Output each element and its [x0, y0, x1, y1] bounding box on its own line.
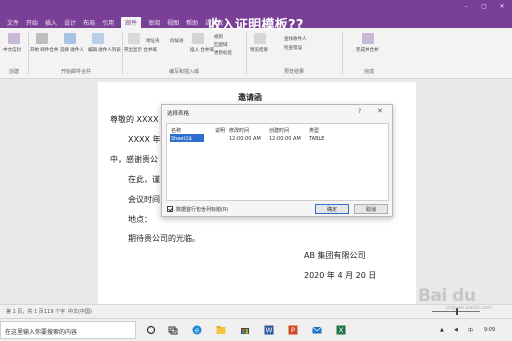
ribbon: 中文信封 创建 开始 邮件合并 选择 收件人 编辑 收件人列表 开始邮件合并 突… — [0, 28, 512, 79]
ok-button[interactable]: 确定 — [315, 204, 349, 214]
minimize-icon[interactable]: – — [462, 4, 470, 10]
tray-network-icon[interactable]: ▲ — [440, 327, 444, 333]
finish-merge-label: 完成并合并 — [356, 48, 379, 53]
page-count[interactable]: 第 1 页，共 1 页 — [6, 308, 44, 315]
ribbon-separator — [122, 32, 123, 74]
greeting-line-button[interactable]: 问候语 — [170, 38, 184, 44]
first-row-headers-checkbox[interactable] — [167, 206, 173, 212]
dialog-title: 选择表格 — [167, 111, 190, 117]
column-header-type[interactable]: 类型 — [309, 127, 319, 134]
ribbon-group-start-merge: 开始 邮件合并 选择 收件人 编辑 收件人列表 开始邮件合并 — [30, 28, 122, 78]
close-window-icon[interactable]: ✕ — [498, 4, 506, 10]
column-header-created[interactable]: 创建时间 — [269, 127, 289, 134]
doc-salutation: 尊敬的 XXXX — [110, 115, 159, 124]
tray-speaker-icon[interactable]: ◀ — [454, 327, 458, 333]
finish-merge-icon[interactable] — [362, 33, 374, 44]
table-row-type: TABLE — [309, 136, 325, 142]
check-errors-button[interactable]: 检查错误 — [284, 45, 302, 51]
doc-line-1: XXXX 年 — [128, 135, 161, 144]
clock[interactable]: 9:09 — [484, 327, 495, 333]
envelope-label: 中文信封 — [3, 48, 21, 53]
word-count[interactable]: 119 个字 — [44, 308, 65, 315]
task-view-icon[interactable] — [168, 325, 178, 335]
ribbon-group-preview: 预览结果 查找收件人 检查错误 预览结果 — [248, 28, 340, 78]
svg-text:X: X — [339, 327, 344, 335]
preview-label: 预览结果 — [250, 48, 268, 53]
edit-recipient-list-icon[interactable] — [92, 33, 104, 44]
taskbar: 在这里输入你要搜索的内容 e W P X ▲ ◀ 中 9:09 — [0, 318, 512, 341]
article-title: 收入证明模板?? — [208, 18, 304, 33]
doc-line-2: 中，感谢贵公 — [110, 155, 158, 164]
cancel-button[interactable]: 取消 — [354, 204, 388, 214]
cortana-icon[interactable] — [146, 325, 156, 335]
select-recipients-icon[interactable] — [64, 33, 76, 44]
select-table-dialog: 选择表格 ? ✕ 名称 说明 修改时间 创建时间 类型 Sheet1$ 12:0… — [161, 104, 393, 217]
group-label-start-merge: 开始邮件合并 — [60, 69, 91, 75]
language-indicator[interactable]: 中文(中国) — [68, 308, 92, 315]
match-fields-button[interactable]: 匹配域 — [214, 42, 228, 48]
edit-list-label: 编辑 收件人列表 — [88, 48, 121, 53]
store-icon[interactable] — [240, 325, 250, 335]
doc-line-4: 会议时间 — [128, 195, 160, 204]
doc-line-5: 地点： — [128, 215, 152, 224]
rules-button[interactable]: 规则 — [214, 34, 223, 40]
taskbar-search-box[interactable]: 在这里输入你要搜索的内容 — [0, 321, 136, 339]
ribbon-group-write-insert: 突出显示 合并域 地址块 问候语 插入 合并域 规则 匹配域 更新标签 编写和插… — [124, 28, 244, 78]
group-label-preview: 预览结果 — [283, 69, 304, 75]
baidu-watermark: Bai du — [418, 286, 476, 306]
update-labels-button[interactable]: 更新标签 — [214, 50, 232, 56]
column-header-description[interactable]: 说明 — [215, 127, 225, 134]
ribbon-separator — [342, 32, 343, 74]
column-header-name[interactable]: 名称 — [171, 127, 181, 134]
powerpoint-icon[interactable]: P — [288, 325, 298, 335]
doc-sign-date: 2020 年 4 月 20 日 — [304, 271, 377, 280]
group-label-finish: 完成 — [363, 69, 374, 75]
ribbon-separator — [28, 32, 29, 74]
preview-results-icon[interactable] — [254, 33, 266, 44]
mail-icon[interactable] — [312, 325, 322, 335]
column-header-modified[interactable]: 修改时间 — [229, 127, 249, 134]
group-label-create: 创建 — [8, 69, 19, 75]
group-label-write-insert: 编写和插入域 — [168, 69, 199, 75]
doc-sign-company: AB 集团有限公司 — [304, 251, 366, 260]
table-row-name[interactable]: Sheet1$ — [171, 136, 192, 142]
svg-text:P: P — [291, 327, 295, 335]
find-recipient-button[interactable]: 查找收件人 — [284, 36, 307, 42]
start-merge-icon[interactable] — [36, 33, 48, 44]
highlight-fields-icon[interactable] — [128, 33, 140, 44]
doc-line-3: 在此，谨 — [128, 175, 160, 184]
close-icon[interactable]: ✕ — [377, 107, 383, 115]
tray-ime-icon[interactable]: 中 — [468, 327, 473, 334]
ribbon-separator — [246, 32, 247, 74]
svg-text:W: W — [266, 327, 273, 335]
doc-title: 邀请函 — [238, 93, 262, 102]
help-icon[interactable]: ? — [358, 108, 361, 115]
doc-line-6: 期待贵公司的光临。 — [128, 234, 200, 243]
table-row-modified: 12:00:00 AM — [229, 136, 261, 142]
window-controls: – ▢ ✕ — [462, 4, 506, 10]
maximize-icon[interactable]: ▢ — [480, 4, 488, 10]
insert-merge-field-icon[interactable] — [192, 33, 204, 44]
first-row-headers-label: 数据首行包含列标题(R) — [176, 207, 229, 213]
baidu-watermark-url: jingyan.baidu.com — [446, 305, 493, 311]
svg-text:e: e — [195, 327, 199, 335]
ribbon-group-finish: 完成并合并 完成 — [344, 28, 394, 78]
select-recipients-label: 选择 收件人 — [60, 48, 84, 53]
ribbon-group-create: 中文信封 创建 — [0, 28, 28, 78]
insert-field-label: 插入 合并域 — [190, 48, 214, 53]
status-bar: 第 1 页，共 1 页 119 个字 中文(中国) — [0, 304, 512, 318]
edge-icon[interactable]: e — [192, 325, 202, 335]
table-list[interactable]: 名称 说明 修改时间 创建时间 类型 Sheet1$ 12:00:00 AM 1… — [166, 123, 389, 201]
envelope-icon[interactable] — [8, 33, 20, 44]
start-merge-label: 开始 邮件合并 — [30, 48, 59, 53]
word-icon[interactable]: W — [264, 325, 274, 335]
address-block-button[interactable]: 地址块 — [146, 38, 160, 44]
excel-icon[interactable]: X — [336, 325, 346, 335]
search-input[interactable]: 在这里输入你要搜索的内容 — [5, 327, 77, 336]
table-row-created: 12:00:00 AM — [269, 136, 301, 142]
highlight-label: 突出显示 合并域 — [124, 48, 157, 53]
file-explorer-icon[interactable] — [216, 325, 226, 335]
